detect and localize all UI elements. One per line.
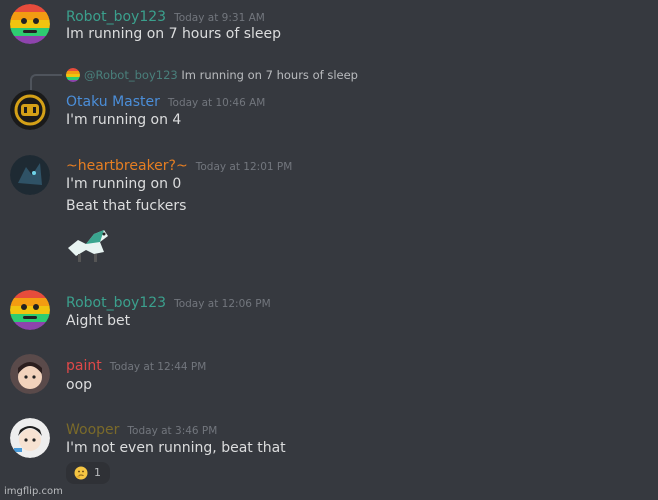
username[interactable]: ~heartbreaker?~	[66, 158, 188, 174]
reaction-count: 1	[94, 466, 101, 479]
timestamp: Today at 12:01 PM	[195, 161, 293, 173]
username[interactable]: Otaku Master	[66, 94, 160, 110]
message-text: Beat that fuckers	[66, 198, 187, 214]
username[interactable]: Wooper	[66, 422, 119, 438]
message-text: I'm running on 0	[66, 176, 182, 192]
avatar-robot-boy[interactable]	[10, 290, 50, 330]
avatar-robot-boy[interactable]	[10, 4, 50, 44]
message-text: Aight bet	[66, 313, 131, 329]
rainbow-face-icon	[10, 4, 50, 44]
timestamp: Today at 3:46 PM	[127, 425, 218, 437]
thinking-emoji-icon	[74, 466, 88, 480]
rainbow-face-icon	[10, 290, 50, 330]
avatar-wooper[interactable]	[10, 418, 50, 458]
message-text: I'm not even running, beat that	[66, 440, 286, 456]
timestamp: Today at 12:06 PM	[174, 298, 271, 310]
username[interactable]: Robot_boy123	[66, 295, 166, 311]
username[interactable]: Robot_boy123	[66, 9, 166, 25]
dragon-sticker-icon	[68, 230, 108, 262]
avatar-paint[interactable]	[10, 354, 50, 394]
reply-preview[interactable]: @Robot_boy123 Im running on 7 hours of s…	[66, 68, 358, 82]
watermark: imgflip.com	[4, 486, 63, 497]
avatar-heartbreaker[interactable]	[10, 155, 50, 195]
rainbow-face-icon	[66, 68, 80, 82]
reply-text: Im running on 7 hours of sleep	[181, 68, 358, 82]
message-text: oop	[66, 377, 93, 393]
message-text: Im running on 7 hours of sleep	[66, 26, 281, 42]
reply-mention[interactable]: @Robot_boy123	[84, 68, 178, 82]
anime-face-icon	[10, 418, 50, 458]
golden-emblem-icon	[10, 90, 50, 130]
message-text: I'm running on 4	[66, 112, 182, 128]
timestamp: Today at 9:31 AM	[174, 12, 265, 24]
anime-face-icon	[10, 354, 50, 394]
dark-creature-icon	[10, 155, 50, 195]
reaction-button[interactable]: 1	[66, 462, 110, 484]
dragon-sticker[interactable]	[64, 222, 112, 266]
timestamp: Today at 10:46 AM	[167, 97, 266, 109]
reply-spine	[30, 74, 62, 90]
avatar-otaku-master[interactable]	[10, 90, 50, 130]
timestamp: Today at 12:44 PM	[109, 361, 207, 373]
username[interactable]: paint	[66, 358, 102, 374]
reply-avatar	[66, 68, 80, 82]
